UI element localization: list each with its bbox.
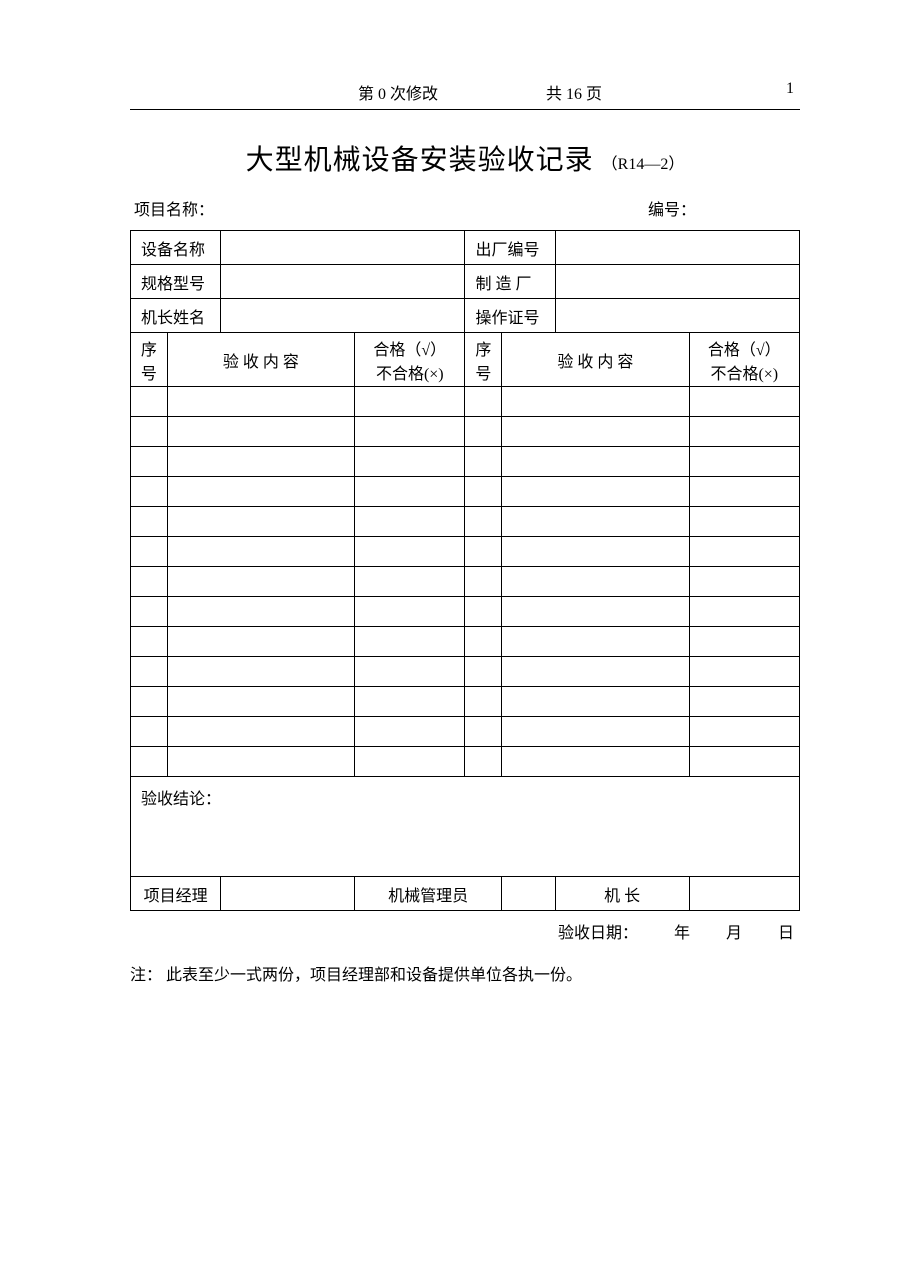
project-name-label: 项目名称：	[134, 196, 214, 220]
data-row	[131, 477, 800, 507]
total-pages-label: 共 16 页	[546, 80, 786, 104]
code-label: 编号：	[648, 196, 796, 220]
acceptance-table: 设备名称 出厂编号 规格型号 制 造 厂 机长姓名 操作证号 序号 验 收 内 …	[130, 230, 800, 911]
month-label: 月	[726, 919, 742, 943]
col-seq-right: 序号	[465, 333, 502, 387]
data-row	[131, 447, 800, 477]
date-label: 验收日期：	[558, 919, 638, 943]
year-label: 年	[674, 919, 690, 943]
info-row-1: 设备名称 出厂编号	[131, 231, 800, 265]
title-block: 大型机械设备安装验收记录 （R14—2）	[130, 138, 800, 178]
title-code: （R14—2）	[598, 156, 685, 173]
operator-name-label: 机长姓名	[131, 299, 221, 333]
data-row	[131, 687, 800, 717]
note-row: 注： 此表至少一式两份，项目经理部和设备提供单位各执一份。	[130, 943, 800, 985]
revision-label: 第 0 次修改	[130, 80, 546, 104]
pm-label: 项目经理	[131, 877, 221, 911]
manufacturer-label: 制 造 厂	[465, 265, 555, 299]
note-label: 注：	[130, 967, 162, 984]
info-row-3: 机长姓名 操作证号	[131, 299, 800, 333]
title-main: 大型机械设备安装验收记录	[246, 145, 594, 176]
factory-no-label: 出厂编号	[465, 231, 555, 265]
data-row	[131, 597, 800, 627]
captain-value	[689, 877, 799, 911]
data-row	[131, 717, 800, 747]
note-text: 此表至少一式两份，项目经理部和设备提供单位各执一份。	[166, 967, 582, 984]
mech-admin-label: 机械管理员	[355, 877, 502, 911]
equip-name-value	[221, 231, 465, 265]
day-label: 日	[778, 919, 794, 943]
signature-row: 项目经理 机械管理员 机 长	[131, 877, 800, 911]
data-row	[131, 657, 800, 687]
col-content-right: 验 收 内 容	[502, 333, 689, 387]
data-row	[131, 417, 800, 447]
factory-no-value	[555, 231, 799, 265]
spec-value	[221, 265, 465, 299]
data-row	[131, 627, 800, 657]
info-row-2: 规格型号 制 造 厂	[131, 265, 800, 299]
license-no-label: 操作证号	[465, 299, 555, 333]
col-pass-left: 合格（√）不合格(×)	[355, 333, 465, 387]
pm-value	[221, 877, 355, 911]
data-row	[131, 537, 800, 567]
col-seq-left: 序号	[131, 333, 168, 387]
col-pass-right: 合格（√）不合格(×)	[689, 333, 799, 387]
operator-name-value	[221, 299, 465, 333]
data-row	[131, 747, 800, 777]
manufacturer-value	[555, 265, 799, 299]
col-content-left: 验 收 内 容	[167, 333, 354, 387]
spec-label: 规格型号	[131, 265, 221, 299]
meta-row: 项目名称： 编号：	[130, 196, 800, 230]
date-row: 验收日期： 年 月 日	[130, 911, 800, 943]
page-number: 1	[786, 80, 800, 104]
column-header-row: 序号 验 收 内 容 合格（√）不合格(×) 序号 验 收 内 容 合格（√）不…	[131, 333, 800, 387]
data-row	[131, 567, 800, 597]
data-row	[131, 507, 800, 537]
conclusion-row: 验收结论：	[131, 777, 800, 877]
captain-label: 机 长	[555, 877, 689, 911]
conclusion-cell: 验收结论：	[131, 777, 800, 877]
page-header: 第 0 次修改 共 16 页 1	[130, 80, 800, 110]
data-row	[131, 387, 800, 417]
mech-admin-value	[502, 877, 556, 911]
equip-name-label: 设备名称	[131, 231, 221, 265]
license-no-value	[555, 299, 799, 333]
